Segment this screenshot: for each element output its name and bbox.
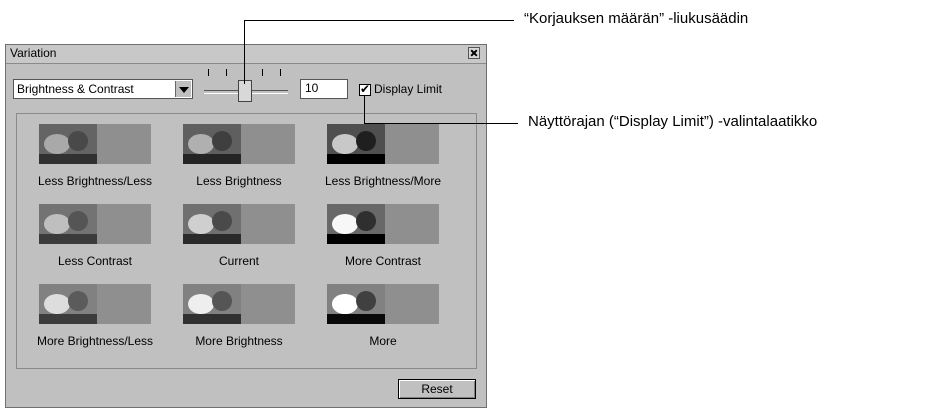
slider-callout-line-vertical [244,20,245,84]
variation-thumbnail[interactable] [183,284,295,324]
variation-label: Current [218,254,259,268]
slider-tick [226,69,227,76]
variation-thumbnail[interactable] [39,284,151,324]
title-bar[interactable]: Variation [6,45,486,64]
variation-thumbnail[interactable] [183,204,295,244]
photo-subject [44,134,70,154]
variation-thumbnail[interactable] [183,124,295,164]
variation-label: More [369,334,397,348]
photo-floor [327,154,385,164]
adjustment-type-value: Brightness & Contrast [17,82,134,96]
slider-callout-text: “Korjauksen määrän” -liukusäädin [524,10,749,27]
display-limit-checkbox[interactable] [359,82,371,96]
photo-object [212,291,232,311]
photo-subject [188,134,214,154]
photo-preview [39,284,97,324]
photo-object [68,211,88,231]
variation-label: Less Brightness [196,174,282,188]
slider-tick [280,69,281,76]
photo-subject [188,214,214,234]
checkbox-callout-text: Näyttörajan (“Display Limit”) -valintala… [528,113,818,130]
variation-thumbnail[interactable] [39,204,151,244]
variation-label: More Contrast [344,254,422,268]
photo-subject [332,214,358,234]
photo-object [356,131,376,151]
photo-floor [183,154,241,164]
photo-object [356,211,376,231]
photo-object [212,211,232,231]
adjustment-type-dropdown[interactable]: Brightness & Contrast [13,79,193,99]
variation-thumbnail[interactable] [327,284,439,324]
correction-amount-input[interactable]: 10 [300,79,348,99]
photo-subject [44,294,70,314]
photo-preview [327,284,385,324]
photo-subject [332,294,358,314]
variation-label: More Brightness [195,334,283,348]
photo-preview [327,124,385,164]
correction-amount-slider-thumb[interactable] [238,80,252,102]
variation-label: More Brightness/Less [36,334,154,348]
variation-preview-grid: Less Brightness/Less Less Brightness Les… [16,113,477,369]
photo-preview [327,204,385,244]
photo-floor [327,314,385,324]
photo-floor [183,234,241,244]
photo-object [68,131,88,151]
variation-label: Less Brightness/Less [37,174,153,188]
photo-object [68,291,88,311]
photo-floor [39,234,97,244]
photo-preview [183,284,241,324]
variation-thumbnail[interactable] [327,204,439,244]
photo-preview [39,124,97,164]
photo-object [212,131,232,151]
photo-floor [183,314,241,324]
variation-label: Less Brightness/More [324,174,442,188]
slider-tick [262,69,263,76]
photo-floor [39,154,97,164]
photo-preview [39,204,97,244]
photo-preview [183,204,241,244]
photo-subject [44,214,70,234]
variation-thumbnail[interactable] [39,124,151,164]
reset-button[interactable]: Reset [398,379,476,399]
photo-floor [327,234,385,244]
variation-dialog: Variation Brightness & Contrast 10 Displ… [5,44,487,408]
checkbox-callout-line-horizontal [364,123,518,124]
photo-floor [39,314,97,324]
slider-ticks [208,69,284,77]
photo-subject [188,294,214,314]
close-icon[interactable] [468,47,480,59]
photo-preview [183,124,241,164]
window-title: Variation [10,46,57,60]
photo-subject [332,134,358,154]
slider-callout-line-horizontal [244,20,514,21]
variation-thumbnail[interactable] [327,124,439,164]
checkbox-callout-line-vertical [364,95,365,123]
photo-object [356,291,376,311]
slider-tick [208,69,209,76]
chevron-down-icon[interactable] [175,81,191,97]
variation-label: Less Contrast [57,254,133,268]
display-limit-label[interactable]: Display Limit [374,82,442,96]
